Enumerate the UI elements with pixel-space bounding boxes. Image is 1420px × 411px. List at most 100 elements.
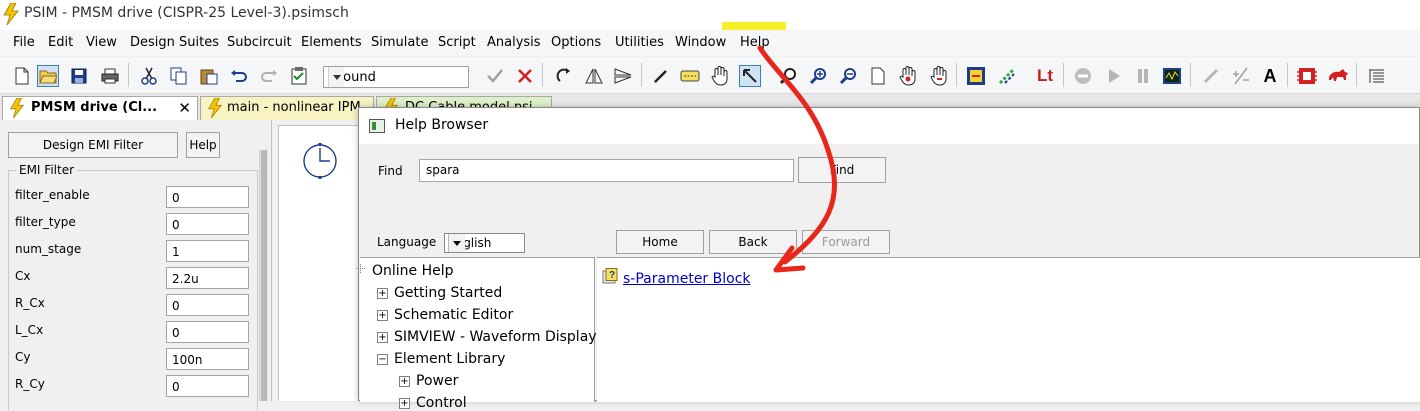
hand-pan-icon[interactable] (709, 65, 731, 87)
probe-hand-icon[interactable] (928, 65, 950, 87)
open-folder-icon[interactable] (37, 65, 59, 87)
language-label: Language (377, 235, 437, 249)
undo-icon[interactable] (228, 65, 250, 87)
cx-input[interactable]: 2.2u (166, 267, 249, 289)
find-label: Find (378, 164, 403, 178)
measure-pen-icon[interactable] (1200, 65, 1222, 87)
menu-options[interactable]: Options (551, 35, 601, 50)
zoom-icon[interactable] (778, 65, 800, 87)
design-emi-filter-button[interactable]: Design EMI Filter (8, 132, 178, 158)
label-tag-icon[interactable] (679, 65, 701, 87)
tree-item-control[interactable]: Control (416, 395, 467, 411)
simview-icon[interactable] (1161, 65, 1183, 87)
cpu-chip-icon[interactable] (1296, 65, 1318, 87)
filter-type-input[interactable]: 0 (166, 213, 249, 235)
flip-horizontal-icon[interactable] (583, 65, 605, 87)
find-input[interactable]: spara (419, 159, 794, 182)
menu-view[interactable]: View (86, 35, 117, 50)
l-cx-input[interactable]: 0 (166, 321, 249, 343)
tree-root-expander[interactable] (355, 264, 366, 275)
panel-scrollbar[interactable] (259, 150, 268, 401)
menu-simulate[interactable]: Simulate (371, 35, 428, 50)
fit-page-icon[interactable] (867, 65, 889, 87)
menu-analysis[interactable]: Analysis (487, 35, 541, 50)
tree-item-schematic-editor[interactable]: Schematic Editor (394, 307, 513, 323)
redo-icon[interactable] (258, 65, 280, 87)
help-topic-tree: Online Help + Getting Started + Schemati… (356, 257, 597, 411)
cancel-x-icon[interactable] (514, 65, 536, 87)
window-title: PSIM - PMSM drive (CISPR-25 Level-3).psi… (24, 5, 349, 21)
tab-pmsm-drive[interactable]: PMSM drive (Cl... ✕ (2, 96, 198, 120)
expand-plus-icon[interactable]: + (377, 288, 388, 299)
copy-icon[interactable] (168, 65, 190, 87)
plus-minus-icon[interactable] (1230, 65, 1252, 87)
forward-button[interactable]: Forward (802, 230, 890, 254)
close-icon[interactable]: ✕ (178, 97, 191, 119)
run-play-icon[interactable] (1103, 65, 1125, 87)
pause-icon[interactable] (1132, 65, 1154, 87)
tree-item-simview[interactable]: SIMVIEW - Waveform Display (394, 329, 597, 345)
dots-tool-icon[interactable] (996, 65, 1018, 87)
menu-help[interactable]: Help (740, 35, 770, 50)
result-link-s-parameter-block[interactable]: s-Parameter Block (623, 271, 751, 287)
toolbar-separator (1063, 63, 1064, 87)
expand-plus-icon[interactable]: + (377, 310, 388, 321)
expand-plus-icon[interactable]: + (399, 376, 410, 387)
simcoder-icon[interactable] (965, 65, 987, 87)
find-button[interactable]: Find (798, 157, 886, 183)
filter-enable-input[interactable]: 0 (166, 186, 249, 208)
panel-help-button[interactable]: Help (186, 132, 220, 158)
checkmark-icon[interactable] (484, 65, 506, 87)
lt-icon[interactable]: Lt (1032, 65, 1058, 87)
param-label: num_stage (15, 242, 82, 256)
select-arrow-icon[interactable] (739, 65, 761, 87)
home-button[interactable]: Home (616, 230, 704, 254)
back-button[interactable]: Back (709, 230, 797, 254)
menu-script[interactable]: Script (438, 35, 476, 50)
flip-vertical-icon[interactable] (612, 65, 634, 87)
help-search-results: ? s-Parameter Block (597, 257, 1420, 402)
save-icon[interactable] (68, 65, 90, 87)
clock-element-icon[interactable] (301, 142, 339, 180)
menu-elements[interactable]: Elements (301, 35, 362, 50)
element-combo[interactable]: Ground (323, 66, 469, 88)
cut-icon[interactable] (138, 65, 160, 87)
num-stage-input[interactable]: 1 (166, 240, 249, 262)
menu-subcircuit[interactable]: Subcircuit (227, 35, 292, 50)
stop-hand-icon[interactable] (897, 65, 919, 87)
wire-pen-icon[interactable] (650, 65, 672, 87)
list-indent-icon[interactable] (1366, 65, 1388, 87)
collapse-minus-icon[interactable]: − (377, 354, 388, 365)
stop-circle-icon[interactable] (1072, 65, 1094, 87)
expand-plus-icon[interactable]: + (399, 398, 410, 409)
chevron-down-icon[interactable] (448, 234, 465, 252)
scrollbar-thumb[interactable] (261, 150, 267, 401)
new-file-icon[interactable] (11, 65, 33, 87)
paste-icon[interactable] (198, 65, 220, 87)
param-label: R_Cy (15, 377, 45, 391)
menu-edit[interactable]: Edit (48, 35, 73, 50)
text-tool-label: A (1263, 65, 1277, 86)
zoom-out-icon[interactable] (838, 65, 860, 87)
rotate-icon[interactable] (553, 65, 575, 87)
menu-window[interactable]: Window (675, 35, 726, 50)
cy-input[interactable]: 100n (166, 348, 249, 370)
text-tool-icon[interactable]: A (1259, 65, 1281, 87)
tree-item-power[interactable]: Power (416, 373, 458, 389)
tree-item-online-help[interactable]: Online Help (372, 263, 454, 279)
menu-design-suites[interactable]: Design Suites (130, 35, 219, 50)
tree-item-element-library[interactable]: Element Library (394, 351, 505, 367)
zoom-in-icon[interactable] (808, 65, 830, 87)
expand-plus-icon[interactable]: + (377, 332, 388, 343)
r-cy-input[interactable]: 0 (166, 375, 249, 397)
menu-utilities[interactable]: Utilities (615, 35, 664, 50)
chevron-down-icon[interactable] (328, 67, 344, 87)
print-icon[interactable] (99, 65, 121, 87)
checklist-icon[interactable] (288, 65, 310, 87)
tab-main-nonlinear-ipm[interactable]: main - nonlinear IPM (200, 96, 374, 120)
r-cx-input[interactable]: 0 (166, 294, 249, 316)
red-animal-icon[interactable] (1327, 65, 1349, 87)
menu-file[interactable]: File (13, 35, 35, 50)
tree-item-getting-started[interactable]: Getting Started (394, 285, 502, 301)
language-select[interactable]: English (444, 233, 525, 253)
